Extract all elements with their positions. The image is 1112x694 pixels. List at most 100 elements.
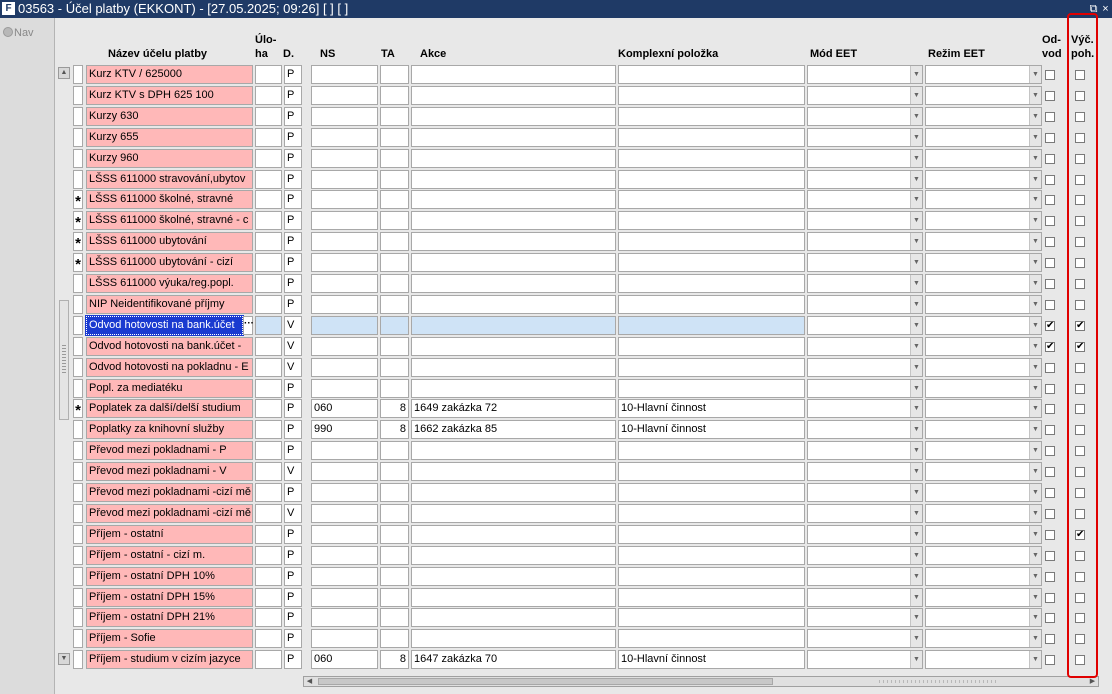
mod-eet-select[interactable]: ▼ bbox=[807, 358, 923, 377]
vyc-poh-checkbox[interactable] bbox=[1075, 154, 1085, 164]
ns-cell[interactable] bbox=[311, 546, 378, 565]
ta-cell[interactable] bbox=[380, 629, 409, 648]
ta-cell[interactable] bbox=[380, 316, 409, 335]
vyc-poh-checkbox[interactable]: ✔ bbox=[1075, 321, 1085, 331]
ns-cell[interactable] bbox=[311, 358, 378, 377]
mod-eet-select[interactable]: ▼ bbox=[807, 546, 923, 565]
ta-cell[interactable] bbox=[380, 337, 409, 356]
mod-eet-select[interactable]: ▼ bbox=[807, 128, 923, 147]
mod-eet-select[interactable]: ▼ bbox=[807, 441, 923, 460]
dropdown-arrow-icon[interactable]: ▼ bbox=[910, 129, 922, 146]
akce-cell[interactable] bbox=[411, 441, 616, 460]
d-cell[interactable]: V bbox=[284, 316, 302, 335]
komplex-cell[interactable] bbox=[618, 86, 805, 105]
dropdown-arrow-icon[interactable]: ▼ bbox=[910, 66, 922, 83]
name-cell[interactable]: LŠSS 611000 ubytování - cizí bbox=[86, 253, 253, 272]
odvod-checkbox[interactable] bbox=[1045, 572, 1055, 582]
mod-eet-select[interactable]: ▼ bbox=[807, 253, 923, 272]
uloha-cell[interactable] bbox=[255, 128, 282, 147]
odvod-checkbox[interactable] bbox=[1045, 425, 1055, 435]
dropdown-arrow-icon[interactable]: ▼ bbox=[1029, 442, 1041, 459]
mod-eet-select[interactable]: ▼ bbox=[807, 483, 923, 502]
dropdown-arrow-icon[interactable]: ▼ bbox=[910, 108, 922, 125]
row-indicator[interactable] bbox=[73, 358, 83, 377]
ns-cell[interactable] bbox=[311, 483, 378, 502]
odvod-checkbox[interactable] bbox=[1045, 404, 1055, 414]
vyc-poh-checkbox[interactable]: ✔ bbox=[1075, 530, 1085, 540]
rezim-eet-select[interactable]: ▼ bbox=[925, 316, 1042, 335]
mod-eet-select[interactable]: ▼ bbox=[807, 295, 923, 314]
row-indicator[interactable]: * bbox=[73, 211, 83, 231]
dropdown-arrow-icon[interactable]: ▼ bbox=[910, 317, 922, 334]
komplex-cell[interactable] bbox=[618, 337, 805, 356]
odvod-checkbox[interactable] bbox=[1045, 593, 1055, 603]
vyc-poh-checkbox[interactable] bbox=[1075, 133, 1085, 143]
akce-cell[interactable] bbox=[411, 358, 616, 377]
uloha-cell[interactable] bbox=[255, 483, 282, 502]
row-indicator[interactable]: * bbox=[73, 399, 83, 419]
dropdown-arrow-icon[interactable]: ▼ bbox=[910, 421, 922, 438]
d-cell[interactable]: P bbox=[284, 441, 302, 460]
uloha-cell[interactable] bbox=[255, 149, 282, 168]
komplex-cell[interactable] bbox=[618, 295, 805, 314]
row-indicator[interactable] bbox=[73, 546, 83, 565]
vyc-poh-checkbox[interactable] bbox=[1075, 279, 1085, 289]
ta-cell[interactable] bbox=[380, 504, 409, 523]
rezim-eet-select[interactable]: ▼ bbox=[925, 128, 1042, 147]
dropdown-arrow-icon[interactable]: ▼ bbox=[1029, 421, 1041, 438]
odvod-checkbox[interactable] bbox=[1045, 467, 1055, 477]
horizontal-scrollbar[interactable]: ◀ ▶ bbox=[303, 676, 1099, 687]
ns-cell[interactable] bbox=[311, 190, 378, 209]
komplex-cell[interactable]: 10-Hlavní činnost bbox=[618, 399, 805, 418]
dropdown-arrow-icon[interactable]: ▼ bbox=[910, 484, 922, 501]
scroll-up-button[interactable]: ▲ bbox=[58, 67, 70, 79]
ns-cell[interactable] bbox=[311, 65, 378, 84]
name-cell[interactable]: Příjem - ostatní DPH 21% bbox=[86, 608, 253, 627]
komplex-cell[interactable] bbox=[618, 546, 805, 565]
ns-cell[interactable] bbox=[311, 274, 378, 293]
name-cell[interactable]: Kurzy 630 bbox=[86, 107, 253, 126]
dropdown-arrow-icon[interactable]: ▼ bbox=[910, 463, 922, 480]
ns-cell[interactable]: 060 bbox=[311, 650, 378, 669]
d-cell[interactable]: P bbox=[284, 274, 302, 293]
dropdown-arrow-icon[interactable]: ▼ bbox=[1029, 547, 1041, 564]
odvod-checkbox[interactable] bbox=[1045, 175, 1055, 185]
row-indicator[interactable] bbox=[73, 420, 83, 439]
odvod-checkbox[interactable] bbox=[1045, 91, 1055, 101]
rezim-eet-select[interactable]: ▼ bbox=[925, 170, 1042, 189]
dropdown-arrow-icon[interactable]: ▼ bbox=[1029, 254, 1041, 271]
dropdown-arrow-icon[interactable]: ▼ bbox=[1029, 589, 1041, 606]
mod-eet-select[interactable]: ▼ bbox=[807, 149, 923, 168]
dropdown-arrow-icon[interactable]: ▼ bbox=[1029, 526, 1041, 543]
komplex-cell[interactable] bbox=[618, 65, 805, 84]
dropdown-arrow-icon[interactable]: ▼ bbox=[1029, 400, 1041, 417]
mod-eet-select[interactable]: ▼ bbox=[807, 567, 923, 586]
row-indicator[interactable] bbox=[73, 462, 83, 481]
close-icon[interactable]: × bbox=[1100, 0, 1111, 18]
name-cell[interactable]: Příjem - ostatní bbox=[86, 525, 253, 544]
akce-cell[interactable] bbox=[411, 274, 616, 293]
mod-eet-select[interactable]: ▼ bbox=[807, 190, 923, 209]
ta-cell[interactable] bbox=[380, 190, 409, 209]
uloha-cell[interactable] bbox=[255, 107, 282, 126]
komplex-cell[interactable] bbox=[618, 629, 805, 648]
vyc-poh-checkbox[interactable] bbox=[1075, 237, 1085, 247]
uloha-cell[interactable] bbox=[255, 504, 282, 523]
uloha-cell[interactable] bbox=[255, 441, 282, 460]
rezim-eet-select[interactable]: ▼ bbox=[925, 567, 1042, 586]
vyc-poh-checkbox[interactable] bbox=[1075, 195, 1085, 205]
dropdown-arrow-icon[interactable]: ▼ bbox=[910, 150, 922, 167]
odvod-checkbox[interactable] bbox=[1045, 279, 1055, 289]
dropdown-arrow-icon[interactable]: ▼ bbox=[910, 505, 922, 522]
uloha-cell[interactable] bbox=[255, 588, 282, 607]
ta-cell[interactable]: 8 bbox=[380, 399, 409, 418]
rezim-eet-select[interactable]: ▼ bbox=[925, 608, 1042, 627]
uloha-cell[interactable] bbox=[255, 420, 282, 439]
name-cell[interactable]: Příjem - ostatní - cizí m. bbox=[86, 546, 253, 565]
dropdown-arrow-icon[interactable]: ▼ bbox=[910, 191, 922, 208]
dropdown-arrow-icon[interactable]: ▼ bbox=[1029, 568, 1041, 585]
akce-cell[interactable] bbox=[411, 149, 616, 168]
dropdown-arrow-icon[interactable]: ▼ bbox=[1029, 296, 1041, 313]
akce-cell[interactable] bbox=[411, 504, 616, 523]
dropdown-arrow-icon[interactable]: ▼ bbox=[910, 275, 922, 292]
